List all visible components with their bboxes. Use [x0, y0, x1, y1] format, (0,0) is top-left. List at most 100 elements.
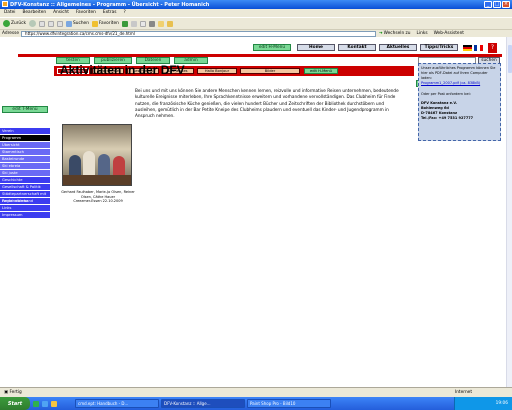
back-arrow-icon — [3, 20, 10, 27]
quick-launch-icon[interactable] — [42, 400, 48, 407]
mail-button[interactable] — [139, 20, 146, 27]
sidebar-item[interactable]: Gesellschaft & Politik — [0, 184, 50, 191]
refresh-button[interactable] — [48, 20, 55, 27]
sidebar-item[interactable]: Regionalverband — [0, 198, 50, 205]
media-button[interactable] — [121, 20, 128, 27]
minimize-button[interactable]: _ — [484, 1, 492, 8]
favorites-button[interactable]: Favoriten — [91, 20, 119, 27]
search-button[interactable]: Suchen — [66, 20, 89, 27]
edit-button[interactable] — [157, 20, 164, 27]
start-button[interactable]: Start — [0, 397, 30, 410]
order-text: Oder per Post anfordern bei: — [421, 92, 471, 96]
web-assistant-button[interactable]: Web-Assistent — [434, 31, 464, 36]
sidebar-item[interactable]: Geschichte — [0, 177, 50, 184]
sidebar-item[interactable]: Bastelrunde — [0, 156, 50, 163]
star-icon — [91, 20, 98, 27]
edit-t-menu-button[interactable]: edit T-Menü — [2, 106, 48, 113]
window-title: DFV-Konstanz :: Allgemeines - Programm -… — [10, 1, 210, 8]
stop-icon — [39, 20, 46, 27]
quick-launch — [33, 400, 73, 407]
menu-file[interactable]: Datei — [4, 10, 15, 15]
task-paint-shop-pro[interactable]: Paint Shop Pro - Bild10 — [247, 399, 331, 408]
program-pdf-link[interactable]: Programm1_2007.pdf (ca. 838kB) — [421, 81, 480, 85]
scroll-thumb[interactable] — [508, 45, 512, 73]
address-line-4: Tel./Fax: +49 7531 927777 — [421, 116, 474, 120]
history-button[interactable] — [130, 20, 137, 27]
menu-edit[interactable]: Bearbeiten — [22, 10, 46, 15]
sidebar-item[interactable]: Verein — [0, 128, 50, 135]
vertical-scrollbar[interactable] — [506, 37, 512, 387]
nav-aktuelles[interactable]: Aktuelles — [379, 44, 417, 51]
print-button[interactable] — [148, 20, 155, 27]
system-tray: 19:06 — [454, 397, 512, 410]
ie-page-icon: ▣ — [4, 390, 9, 395]
german-flag-icon[interactable] — [463, 45, 472, 51]
back-button[interactable]: Zurück — [3, 20, 26, 27]
quick-launch-icon[interactable] — [51, 400, 57, 407]
maximize-button[interactable]: □ — [493, 1, 501, 8]
address-label: Adresse — [2, 31, 20, 36]
status-bar: ▣ Fertig Internet — [0, 387, 512, 397]
photo-caption: Gerhard Faulhaber, Marie-Jo Olsen, Reine… — [60, 190, 136, 204]
subnav-bilder[interactable]: Bilder — [240, 68, 300, 74]
sidebar-item[interactable]: Städtepartnerschaft mit Fontainebleau — [0, 191, 50, 203]
edit-h-menu-button[interactable]: edit H-Menü — [253, 44, 291, 51]
forward-button[interactable] — [29, 20, 37, 27]
french-flag-icon[interactable] — [474, 45, 483, 51]
menu-tools[interactable]: Extras — [103, 10, 117, 15]
task-handbuch[interactable]: cmd.ept: Handbuch - D... — [75, 399, 159, 408]
forward-arrow-icon — [29, 20, 37, 27]
sidebar-item[interactable]: Impressum — [0, 212, 50, 219]
home-icon — [57, 20, 64, 27]
home-button[interactable] — [57, 20, 64, 27]
nav-kontakt[interactable]: Kontakt — [338, 44, 376, 51]
browser-window: DFV-Konstanz :: Allgemeines - Programm -… — [0, 0, 512, 410]
nav-tipps-tricks[interactable]: Tipps/Tricks — [420, 44, 458, 51]
quick-launch-icon[interactable] — [33, 400, 39, 407]
sidebar-item[interactable]: Ski ebreia — [0, 163, 50, 170]
clock: 19:06 — [495, 401, 508, 406]
subnav-hallo-bonjour[interactable]: Hallo Bonjour — [197, 68, 237, 74]
go-arrow-icon[interactable]: ➔ — [379, 31, 383, 36]
print-icon — [148, 20, 155, 27]
sidebar-item[interactable]: Links — [0, 205, 50, 212]
url-field[interactable]: https://www.dfvintegration.ca/cms.cms-df… — [21, 30, 377, 37]
task-dfv-browser[interactable]: DFV-Konstanz :: Allge... — [161, 399, 245, 408]
history-icon — [130, 20, 137, 27]
subnav-edit-h-menu[interactable]: edit H-Menü — [304, 68, 338, 74]
media-icon — [121, 20, 128, 27]
program-download-box: Unser ausführliches Programm können Sie … — [418, 63, 501, 141]
menu-bar: Datei Bearbeiten Ansicht Favoriten Extras? — [0, 9, 512, 17]
left-navigation: Verein Programm Übersicht Stammtisch Bastelr… — [0, 128, 52, 387]
folder-button[interactable] — [166, 20, 173, 27]
caption-line: Creezmer-Essen 22.10.2009 — [73, 199, 123, 203]
refresh-icon — [48, 20, 55, 27]
toolbar: Zurück Suchen Favoriten — [0, 17, 512, 29]
page-title: Aktivitäten in der DFV — [60, 63, 185, 77]
sidebar-item[interactable]: Übersicht — [0, 142, 50, 149]
menu-view[interactable]: Ansicht — [53, 10, 69, 15]
close-button[interactable]: × — [502, 1, 510, 8]
links-button[interactable]: Links — [417, 31, 428, 36]
folder-icon — [166, 20, 173, 27]
sidebar-item[interactable]: Programm — [0, 135, 50, 142]
status-text: Fertig — [9, 390, 22, 395]
address-bar: Adresse https://www.dfvintegration.ca/cm… — [0, 29, 512, 37]
go-button[interactable]: Wechseln zu — [384, 31, 411, 36]
nav-home[interactable]: Home — [297, 44, 335, 51]
sidebar-item[interactable]: Ski juste — [0, 170, 50, 177]
page-content: edit H-Menü Home Kontakt Aktuelles Tipps… — [0, 37, 506, 387]
caption-line: Gerhard Faulhaber, Marie-Jo Olsen, Reine… — [61, 190, 135, 199]
mail-icon — [139, 20, 146, 27]
taskbar: Start cmd.ept: Handbuch - D... DFV-Konst… — [0, 397, 512, 410]
internet-zone: Internet — [454, 390, 472, 395]
menu-favorites[interactable]: Favoriten — [76, 10, 96, 15]
title-bar: DFV-Konstanz :: Allgemeines - Programm -… — [0, 0, 512, 9]
stop-button[interactable] — [39, 20, 46, 27]
search-icon — [66, 20, 73, 27]
sidebar-item[interactable]: Stammtisch — [0, 149, 50, 156]
help-icon[interactable]: ? — [488, 43, 497, 53]
download-info: Unser ausführliches Programm können Sie … — [421, 66, 496, 80]
menu-help[interactable]: ? — [123, 10, 125, 15]
intro-text: Bei uns und mit uns können Sie andere Me… — [135, 88, 399, 119]
